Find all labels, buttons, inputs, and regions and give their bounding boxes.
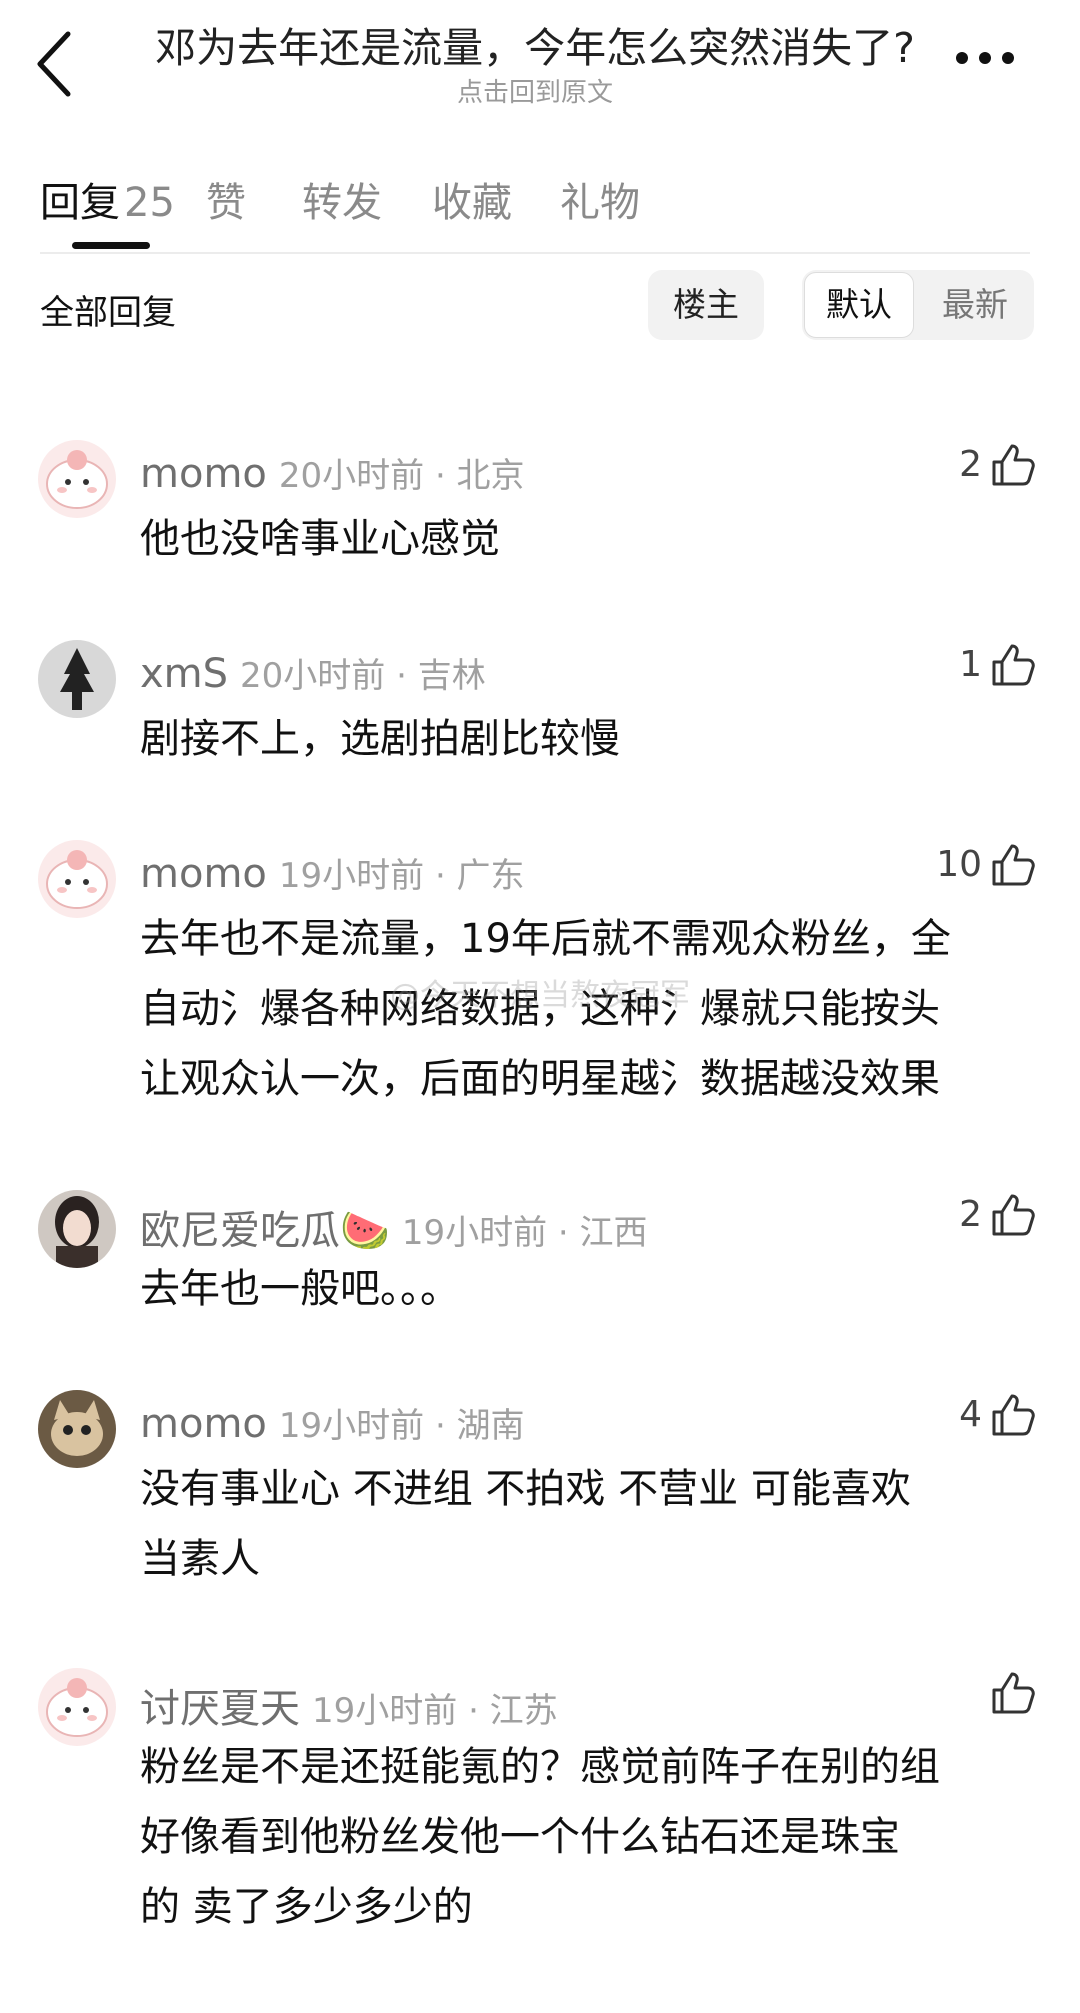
comment-line: 去年也一般吧。。。 (140, 1266, 460, 1312)
thumbs-up-icon[interactable] (988, 1668, 1038, 1718)
username[interactable]: xmS (140, 651, 228, 697)
chevron-left-icon (37, 31, 71, 97)
like-control[interactable]: 10 (930, 840, 1040, 890)
username[interactable]: momo (140, 851, 267, 897)
post-title: 邓为去年还是流量，今年怎么突然消失了? (155, 24, 915, 72)
like-count: 2 (959, 1194, 982, 1235)
comment-meta: 欧尼爱吃瓜🍉 19小时前 · 江西 (140, 1198, 648, 1256)
thumbs-up-icon[interactable] (988, 440, 1038, 490)
avatar[interactable] (38, 440, 116, 518)
username[interactable]: momo (140, 451, 267, 497)
sort-toggle: 默认 最新 (802, 270, 1034, 340)
thumbs-up-icon[interactable] (988, 1390, 1038, 1440)
back-to-post-link[interactable]: 点击回到原文 (130, 72, 940, 109)
sort-latest-button[interactable]: 最新 (920, 270, 1030, 340)
username[interactable]: 欧尼爱吃瓜🍉 (140, 1208, 390, 1254)
pink-cartoon-avatar-icon (38, 440, 116, 518)
comment-text: 他也没啥事业心感觉 (140, 504, 1030, 574)
watermark: @今天不想当熬夜冠军 (390, 978, 690, 1013)
tree-silhouette-avatar-icon (38, 640, 116, 718)
comment-line: 让观众认一次，后面的明星越氵数据越没效果 (140, 1056, 940, 1102)
active-tab-indicator (72, 242, 150, 249)
divider (40, 252, 1030, 254)
comment-text: 没有事业心 不进组 不拍戏 不营业 可能喜欢 当素人 (140, 1454, 1030, 1594)
more-icon (956, 52, 1014, 64)
thumbs-up-icon[interactable] (988, 1190, 1038, 1240)
comment-text: 粉丝是不是还挺能氪的？感觉前阵子在别的组 好像看到他粉丝发他一个什么钻石还是珠宝… (140, 1732, 1030, 1942)
sort-default-button[interactable]: 默认 (804, 272, 914, 338)
tab-favorites[interactable]: 收藏 (432, 170, 512, 228)
pink-cartoon-avatar-icon (38, 1668, 116, 1746)
comment-meta: 讨厌夏天 19小时前 · 江苏 (140, 1676, 558, 1734)
comment-line: 没有事业心 不进组 不拍戏 不营业 可能喜欢 (140, 1466, 911, 1512)
username[interactable]: 讨厌夏天 (140, 1686, 300, 1732)
timestamp-location: 20小时前 · 北京 (278, 456, 525, 496)
like-count: 4 (959, 1394, 982, 1435)
avatar[interactable] (38, 1190, 116, 1268)
like-control[interactable]: 1 (930, 640, 1040, 690)
like-count: 10 (936, 844, 982, 885)
tab-likes[interactable]: 赞 (206, 170, 246, 228)
avatar[interactable] (38, 1668, 116, 1746)
tab-gifts[interactable]: 礼物 (560, 170, 640, 228)
pink-cartoon-avatar-icon (38, 840, 116, 918)
comment-line: 的 卖了多少多少的 (140, 1884, 473, 1930)
comment-meta: momo 19小时前 · 湖南 (140, 1398, 525, 1447)
top-bar: 邓为去年还是流量，今年怎么突然消失了? 点击回到原文 (0, 0, 1080, 120)
thumbs-up-icon[interactable] (988, 640, 1038, 690)
comment-line: 剧接不上，选剧拍剧比较慢 (140, 716, 620, 762)
comment-text: 剧接不上，选剧拍剧比较慢 (140, 704, 1030, 774)
comment-line: 去年也不是流量，19年后就不需观众粉丝，全 (140, 916, 951, 962)
thumbs-up-icon[interactable] (988, 840, 1038, 890)
comment-line: 好像看到他粉丝发他一个什么钻石还是珠宝 (140, 1814, 900, 1860)
like-count: 2 (959, 444, 982, 485)
back-button[interactable] (28, 26, 88, 98)
tab-replies[interactable]: 回复 25 (40, 170, 175, 228)
all-replies-heading: 全部回复 (40, 293, 176, 333)
timestamp-location: 20小时前 · 吉林 (240, 656, 486, 696)
comment-line: 当素人 (140, 1536, 260, 1582)
comment-meta: xmS 20小时前 · 吉林 (140, 648, 486, 697)
timestamp-location: 19小时前 · 广东 (278, 856, 525, 896)
tab-replies-count: 25 (124, 180, 175, 226)
more-button[interactable] (952, 38, 1018, 78)
like-control[interactable]: 2 (930, 440, 1040, 490)
timestamp-location: 19小时前 · 江苏 (312, 1691, 558, 1731)
comment-line: 他也没啥事业心感觉 (140, 516, 500, 562)
tab-reposts[interactable]: 转发 (302, 170, 382, 228)
comment-line: 粉丝是不是还挺能氪的？感觉前阵子在别的组 (140, 1744, 940, 1790)
comment-meta: momo 20小时前 · 北京 (140, 448, 525, 497)
woman-portrait-avatar-icon (38, 1190, 116, 1268)
avatar[interactable] (38, 640, 116, 718)
owner-only-filter[interactable]: 楼主 (648, 270, 764, 340)
like-control[interactable] (930, 1668, 1040, 1718)
avatar[interactable] (38, 840, 116, 918)
tab-replies-label: 回复 (40, 180, 120, 226)
cat-photo-avatar-icon (38, 1390, 116, 1468)
like-count: 1 (959, 644, 982, 685)
comment-text: 去年也一般吧。。。 (140, 1254, 1030, 1324)
avatar[interactable] (38, 1390, 116, 1468)
comment-meta: momo 19小时前 · 广东 (140, 848, 525, 897)
like-control[interactable]: 2 (930, 1190, 1040, 1240)
interaction-tabs: 回复 25 赞 转发 收藏 礼物 (40, 160, 1030, 252)
username[interactable]: momo (140, 1401, 267, 1447)
timestamp-location: 19小时前 · 江西 (401, 1213, 648, 1253)
like-control[interactable]: 4 (930, 1390, 1040, 1440)
timestamp-location: 19小时前 · 湖南 (278, 1406, 525, 1446)
